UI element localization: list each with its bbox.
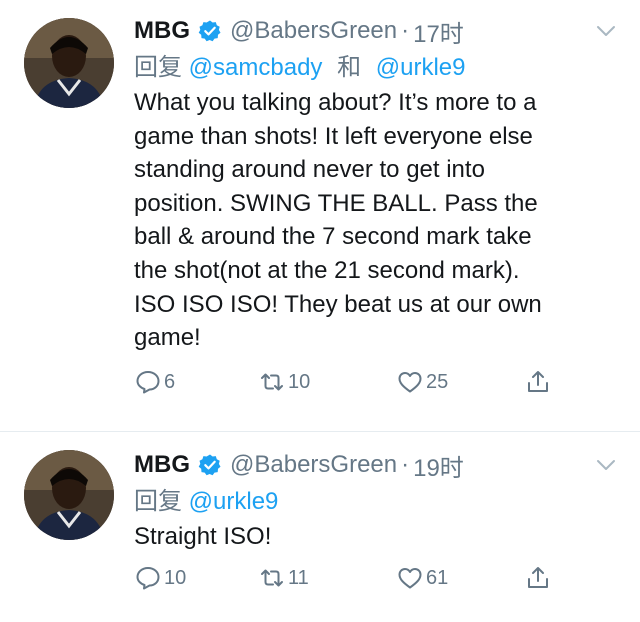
- chevron-down-icon[interactable]: [596, 458, 616, 472]
- avatar[interactable]: [24, 18, 114, 108]
- tweet-text-line: the shot(not at the 21 second mark).: [134, 256, 520, 284]
- tweet-text-line: Straight ISO!: [134, 523, 272, 550]
- share-icon: [528, 567, 548, 588]
- user-handle[interactable]: @BabersGreen: [230, 451, 397, 479]
- share-icon: [528, 371, 548, 392]
- retweet-icon: [261, 373, 283, 391]
- tweet-text-line: game than shots! It left everyone else: [134, 122, 533, 150]
- verified-badge-icon: [198, 454, 221, 476]
- reply-button[interactable]: 10: [134, 564, 186, 592]
- reply-bubble-icon: [136, 567, 160, 590]
- reply-bubble-icon: [136, 371, 160, 394]
- avatar[interactable]: [24, 450, 114, 540]
- retweet-button[interactable]: 10: [258, 368, 310, 396]
- tweet-text-line: What you talking about? It’s more to a: [134, 89, 537, 116]
- tweet-content: MBG @BabersGreen · 17时 回复 @samcbady 和 @u…: [134, 12, 620, 355]
- retweet-count: 10: [288, 370, 311, 393]
- tweet-content: MBG @BabersGreen · 19时 回复 @urkle9 Straig…: [134, 446, 620, 554]
- retweet-button[interactable]: 11: [258, 564, 309, 592]
- share-button[interactable]: [524, 368, 554, 396]
- mention-conjunction: 和: [337, 54, 362, 81]
- timestamp[interactable]: 17时: [413, 14, 464, 49]
- tweet-text-line: ISO ISO ISO! They beat us at our own: [134, 290, 542, 318]
- reply-count: 10: [164, 566, 187, 589]
- reply-prefix: 回复: [134, 488, 182, 515]
- tweet-text-line: game!: [134, 324, 201, 352]
- chevron-down-icon[interactable]: [596, 24, 616, 38]
- reply-context: 回复 @urkle9: [134, 484, 620, 520]
- display-name[interactable]: MBG: [134, 17, 190, 45]
- tweet-header: MBG @BabersGreen · 17时: [134, 12, 620, 50]
- user-handle[interactable]: @BabersGreen: [230, 17, 397, 45]
- retweet-icon: [261, 569, 283, 587]
- tweet-text-line: position. SWING THE BALL. Pass the: [134, 189, 538, 217]
- heart-icon: [398, 372, 422, 393]
- heart-icon: [398, 568, 422, 589]
- like-button[interactable]: 61: [396, 564, 448, 592]
- tweet[interactable]: MBG @BabersGreen · 19时 回复 @urkle9 Straig…: [0, 432, 640, 622]
- like-count: 25: [426, 370, 449, 393]
- reply-prefix: 回复: [134, 54, 182, 81]
- mention-link[interactable]: @urkle9: [189, 488, 279, 515]
- reply-button[interactable]: 6: [134, 368, 175, 396]
- mention-link[interactable]: @urkle9: [376, 54, 466, 81]
- retweet-count: 11: [288, 566, 309, 589]
- tweet-text: What you talking about? It’s more to a g…: [134, 86, 620, 355]
- verified-badge-icon: [198, 20, 221, 42]
- reply-count: 6: [164, 370, 176, 393]
- like-button[interactable]: 25: [396, 368, 448, 396]
- tweet-text-line: standing around never to get into: [134, 156, 485, 184]
- separator-dot: ·: [401, 17, 410, 44]
- display-name[interactable]: MBG: [134, 451, 190, 479]
- mention-link[interactable]: @samcbady: [189, 54, 323, 81]
- reply-context: 回复 @samcbady 和 @urkle9: [134, 50, 620, 86]
- tweet-text: Straight ISO!: [134, 520, 620, 554]
- timestamp[interactable]: 19时: [413, 448, 464, 483]
- like-count: 61: [426, 566, 449, 589]
- separator-dot: ·: [401, 451, 410, 478]
- tweet[interactable]: MBG @BabersGreen · 17时 回复 @samcbady 和 @u…: [0, 0, 640, 432]
- share-button[interactable]: [524, 564, 554, 592]
- tweet-text-line: ball & around the 7 second mark take: [134, 223, 532, 251]
- tweet-header: MBG @BabersGreen · 19时: [134, 446, 620, 484]
